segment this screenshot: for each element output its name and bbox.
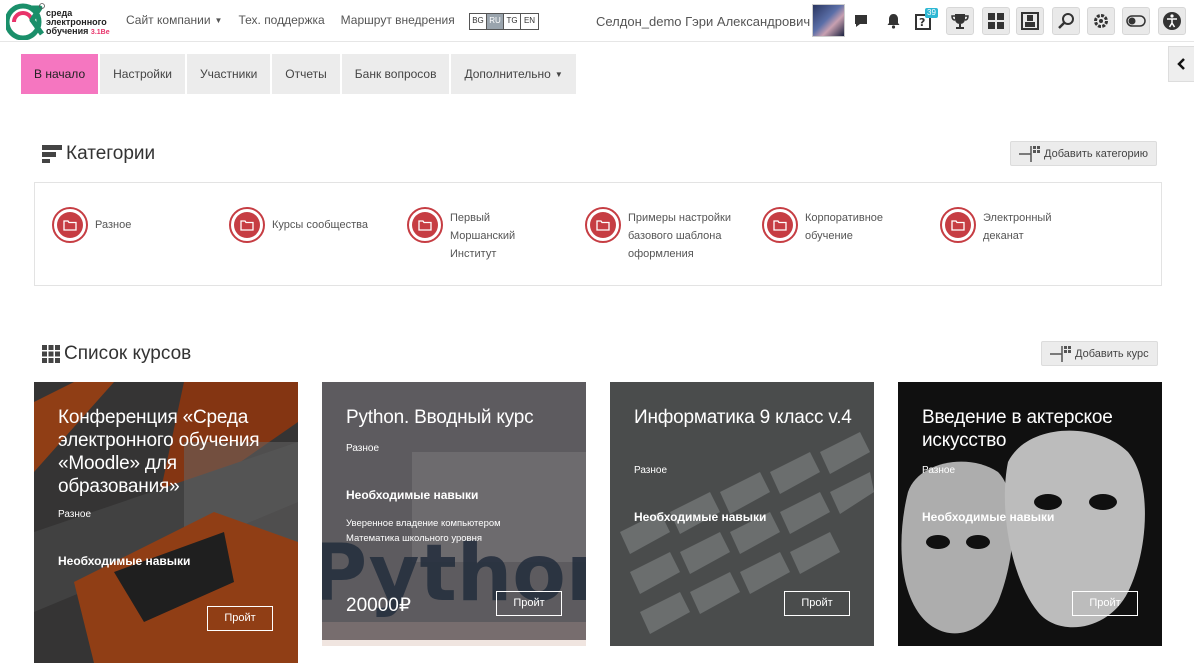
top-bar: среда электронного обучения 3.1Be Сайт к… — [0, 0, 1194, 42]
nav-tech-support[interactable]: Тех. поддержка — [238, 13, 324, 27]
lang-en[interactable]: EN — [521, 14, 538, 29]
skills-heading: Необходимые навыки — [346, 488, 479, 502]
category-item[interactable]: Корпоративное обучение — [762, 207, 905, 245]
category-label: Разное — [95, 219, 132, 231]
category-label: Примеры настройки базового шаблона оформ… — [628, 212, 731, 260]
add-icon — [1019, 145, 1040, 162]
category-label: Первый Моршанский Институт — [450, 212, 516, 260]
skills-heading: Необходимые навыки — [922, 510, 1055, 524]
lang-tg[interactable]: TG — [504, 14, 521, 29]
language-switcher: BG RU TG EN — [469, 13, 539, 30]
chevron-down-icon: ▼ — [214, 16, 223, 25]
accessibility-icon[interactable] — [1158, 7, 1186, 35]
site-logo[interactable]: среда электронного обучения 3.1Be — [6, 2, 118, 40]
categories-heading: Категории — [42, 143, 155, 165]
add-icon — [1050, 345, 1071, 362]
gear-icon[interactable] — [1087, 7, 1115, 35]
drawer-toggle[interactable] — [1168, 46, 1194, 82]
enroll-button[interactable]: Пройт — [496, 591, 562, 616]
category-item[interactable]: Первый Моршанский Институт — [407, 207, 538, 263]
course-category: Разное — [346, 443, 380, 454]
course-title[interactable]: Информатика 9 класс v.4 — [634, 406, 860, 429]
enroll-button[interactable]: Пройт — [207, 606, 273, 631]
tab-question-bank[interactable]: Банк вопросов — [341, 54, 452, 94]
course-card[interactable]: Конференция «Среда электронного обучения… — [34, 382, 298, 663]
course-card[interactable]: Информатика 9 класс v.4 Разное Необходим… — [610, 382, 874, 646]
svg-text:?: ? — [919, 16, 925, 29]
skills-heading: Необходимые навыки — [634, 510, 767, 524]
nav-company-site[interactable]: Сайт компании ▼ — [126, 13, 222, 27]
tab-settings[interactable]: Настройки — [100, 54, 187, 94]
courses-title: Список курсов — [64, 343, 192, 364]
user-name[interactable]: Селдон_demo Гэри Александрович — [596, 14, 810, 29]
category-item[interactable]: Разное — [52, 207, 205, 243]
category-item[interactable]: Курсы сообщества — [229, 207, 392, 243]
dashboard-icon[interactable] — [982, 7, 1010, 35]
logo-mark-icon — [6, 3, 45, 40]
course-category: Разное — [634, 465, 668, 476]
category-label: Курсы сообщества — [272, 219, 368, 231]
toggle-icon[interactable] — [1122, 7, 1150, 35]
categories-icon — [42, 145, 62, 163]
folder-icon — [585, 207, 621, 243]
categories-list: Разное Курсы сообщества Первый Моршански… — [34, 182, 1162, 286]
enroll-button[interactable]: Пройт — [784, 591, 850, 616]
chevron-left-icon — [1176, 58, 1185, 70]
categories-title: Категории — [66, 143, 156, 164]
add-category-label: Добавить категорию — [1044, 147, 1149, 160]
course-title[interactable]: Python. Вводный курс — [346, 406, 572, 429]
tab-home[interactable]: В начало — [21, 54, 101, 94]
enroll-button[interactable]: Пройт — [1072, 591, 1138, 616]
skill-item: Математика школьного уровня — [346, 533, 482, 544]
course-category: Разное — [922, 465, 956, 476]
course-card[interactable]: Python Python. Вводный курс Разное Необх… — [322, 382, 586, 646]
grades-icon[interactable] — [1016, 7, 1044, 35]
add-course-label: Добавить курс — [1075, 347, 1149, 360]
question-badge: 39 — [925, 8, 938, 18]
course-category: Разное — [58, 509, 92, 520]
nav-implementation-route[interactable]: Маршрут внедрения — [341, 13, 455, 27]
folder-icon — [762, 207, 798, 243]
courses-heading: Список курсов — [42, 343, 191, 365]
category-label: Электронный деканат — [983, 212, 1052, 242]
course-list-icon — [42, 345, 60, 363]
course-title[interactable]: Конференция «Среда электронного обучения… — [58, 406, 284, 498]
top-nav: Сайт компании ▼ Тех. поддержка Маршрут вн… — [126, 13, 455, 27]
tab-more[interactable]: Дополнительно ▼ — [451, 54, 578, 94]
category-item[interactable]: Примеры настройки базового шаблона оформ… — [585, 207, 753, 263]
search-icon[interactable] — [1052, 7, 1080, 35]
add-category-button[interactable]: Добавить категорию — [1010, 141, 1158, 166]
folder-icon — [52, 207, 88, 243]
card-footer-strip — [322, 640, 586, 646]
skills-heading: Необходимые навыки — [58, 554, 191, 568]
folder-icon — [940, 207, 976, 243]
tab-reports[interactable]: Отчеты — [272, 54, 342, 94]
lang-bg[interactable]: BG — [470, 14, 487, 29]
add-course-button[interactable]: Добавить курс — [1041, 341, 1158, 366]
course-price: 20000₽ — [346, 595, 411, 616]
category-item[interactable]: Электронный деканат — [940, 207, 1068, 245]
chevron-down-icon: ▼ — [554, 70, 563, 79]
folder-icon — [229, 207, 265, 243]
chat-icon[interactable] — [847, 7, 875, 35]
tab-participants[interactable]: Участники — [186, 54, 273, 94]
bell-icon[interactable] — [879, 7, 907, 35]
logo-text: среда электронного обучения 3.1Be — [46, 8, 110, 37]
avatar[interactable] — [812, 4, 845, 37]
trophy-icon[interactable] — [946, 7, 974, 35]
course-nav: В начало Настройки Участники Отчеты Банк… — [21, 54, 578, 94]
lang-ru[interactable]: RU — [487, 14, 504, 29]
skills-list: Уверенное владение компьютером Математик… — [346, 516, 501, 546]
course-card[interactable]: Введение в актерское искусство Разное Не… — [898, 382, 1162, 646]
course-title[interactable]: Введение в актерское искусство — [922, 406, 1148, 452]
folder-icon — [407, 207, 443, 243]
category-label: Корпоративное обучение — [805, 212, 884, 242]
skill-item: Уверенное владение компьютером — [346, 518, 501, 529]
